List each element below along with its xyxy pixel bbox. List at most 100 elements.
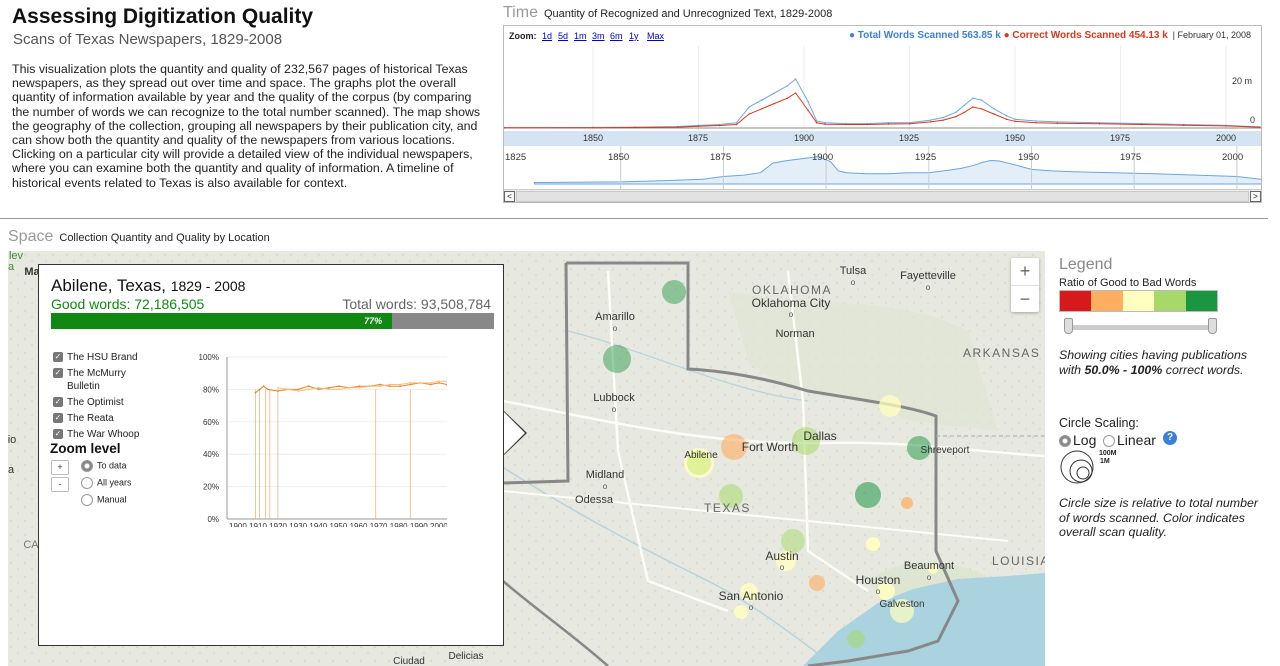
popup-pointer-fill bbox=[503, 411, 525, 455]
y-tick-label: 80% bbox=[203, 385, 219, 394]
checkbox-icon[interactable]: ✓ bbox=[53, 397, 63, 407]
time-section-header: Time Quantity of Recognized and Unrecogni… bbox=[503, 4, 832, 22]
data-point bbox=[824, 123, 826, 125]
radio-selected-icon[interactable] bbox=[81, 460, 93, 472]
publication-item[interactable]: ✓ The War Whoop bbox=[53, 428, 153, 441]
radio-icon[interactable] bbox=[81, 494, 93, 506]
zoom-max-link[interactable]: Max bbox=[647, 31, 664, 41]
timeline-scrollbar[interactable]: < > bbox=[504, 189, 1261, 202]
data-point bbox=[845, 123, 847, 126]
scaling-option-linear[interactable]: Linear bbox=[1103, 432, 1156, 448]
publication-item[interactable]: ✓ The Reata bbox=[53, 412, 153, 425]
zoom-option-all-years[interactable]: All years bbox=[81, 477, 132, 489]
data-point bbox=[942, 119, 945, 121]
city-label-houston: Houston o bbox=[855, 573, 901, 596]
data-point bbox=[378, 385, 381, 388]
city-label-san-antonio: San Antonio o bbox=[718, 589, 784, 612]
quality-bar-fill bbox=[51, 313, 393, 329]
checkbox-icon[interactable]: ✓ bbox=[53, 413, 63, 423]
radio-icon[interactable] bbox=[1103, 435, 1115, 448]
data-point bbox=[761, 99, 763, 101]
x-tick-label: 1850 bbox=[582, 133, 604, 143]
data-point bbox=[1014, 118, 1016, 121]
y-tick-label: 0% bbox=[207, 515, 219, 524]
zoom-5d-link[interactable]: 5d bbox=[558, 31, 568, 41]
intro-paragraph: This visualization plots the quantity an… bbox=[12, 62, 481, 190]
help-icon[interactable]: ? bbox=[1163, 431, 1177, 445]
scroll-left-button[interactable]: < bbox=[504, 191, 515, 202]
city-label-norman: Norman bbox=[775, 328, 815, 340]
data-point bbox=[866, 123, 869, 126]
zoom-1d-link[interactable]: 1d bbox=[542, 31, 552, 41]
timeline-toolbar: Zoom: 1d 5d 1m 3m 6m 1y Max ● Total Word… bbox=[504, 26, 1261, 46]
quality-range-slider[interactable] bbox=[1068, 325, 1213, 330]
map-edge-label: a bbox=[8, 464, 15, 476]
zoom-1m-link[interactable]: 1m bbox=[574, 31, 587, 41]
overview-tick-label: 1900 bbox=[812, 152, 834, 163]
map-zoom-in-button[interactable]: + bbox=[1011, 258, 1039, 285]
zoom-option-to-data[interactable]: To data bbox=[81, 460, 127, 472]
zoom-out-button[interactable]: - bbox=[51, 477, 69, 492]
publication-quality-chart[interactable]: 100%80%60%40%20%0%1900 1910 1920 1930 1940 19… bbox=[147, 347, 447, 527]
overview-tick-label: 1950 bbox=[1018, 152, 1040, 163]
data-point bbox=[735, 121, 738, 124]
popup-total-words: Total words: 93,508,784 bbox=[342, 296, 491, 312]
map-zoom-control[interactable]: + − bbox=[1011, 258, 1039, 312]
x-tick-label: 2000 bbox=[1215, 133, 1237, 143]
zoom-6m-link[interactable]: 6m bbox=[610, 31, 623, 41]
data-point bbox=[735, 123, 738, 126]
data-point bbox=[929, 121, 932, 123]
circle-size-note: Circle size is relative to total number … bbox=[1059, 496, 1259, 539]
zoom-3m-link[interactable]: 3m bbox=[592, 31, 605, 41]
data-point bbox=[993, 113, 995, 115]
checkbox-icon[interactable]: ✓ bbox=[53, 429, 63, 439]
city-label-amarillo: Amarillo o bbox=[595, 311, 635, 334]
slider-handle-max[interactable] bbox=[1208, 318, 1217, 334]
data-point bbox=[327, 386, 330, 389]
publication-item[interactable]: ✓ The McMurry Bulletin bbox=[53, 367, 153, 393]
data-point bbox=[389, 383, 391, 386]
city-detail-popup[interactable]: Abilene, Texas, 1829 - 2008 Good words: … bbox=[38, 264, 504, 646]
series-line-total bbox=[504, 78, 1260, 129]
map-zoom-out-button[interactable]: − bbox=[1011, 285, 1039, 312]
data-point bbox=[1225, 125, 1227, 127]
data-point bbox=[1005, 114, 1008, 117]
data-point bbox=[786, 85, 788, 87]
region-label-texas: TEXAS bbox=[704, 501, 751, 515]
zoom-label: Zoom: bbox=[509, 31, 537, 41]
main-timeline-plot[interactable] bbox=[504, 46, 1261, 131]
x-tick-label: 1950 bbox=[330, 522, 348, 527]
zoom-1y-link[interactable]: 1y bbox=[629, 31, 639, 41]
zoom-in-button[interactable]: + bbox=[51, 460, 69, 475]
data-point bbox=[963, 104, 966, 107]
timeline-chart[interactable]: Zoom: 1d 5d 1m 3m 6m 1y Max ● Total Word… bbox=[503, 25, 1262, 203]
radio-icon[interactable] bbox=[81, 477, 93, 489]
map-edge-label: io bbox=[8, 434, 17, 446]
city-label-oklahoma-city: Oklahoma City o bbox=[751, 296, 831, 319]
city-label-dallas: Dallas bbox=[803, 429, 837, 443]
checkbox-icon[interactable]: ✓ bbox=[53, 352, 63, 362]
data-point bbox=[297, 390, 300, 392]
checkbox-icon[interactable]: ✓ bbox=[53, 368, 63, 378]
data-point bbox=[258, 388, 261, 391]
radio-selected-icon[interactable] bbox=[1059, 435, 1071, 448]
zoom-option-manual[interactable]: Manual bbox=[81, 494, 127, 506]
x-tick-label: 1900 bbox=[229, 522, 247, 527]
data-point bbox=[307, 385, 310, 388]
overview-tick-label: 1925 bbox=[915, 152, 937, 163]
scroll-right-button[interactable]: > bbox=[1250, 191, 1261, 202]
x-tick-label: 1970 bbox=[370, 522, 388, 527]
publication-item[interactable]: ✓ The HSU Brand bbox=[53, 351, 153, 364]
data-point bbox=[980, 99, 983, 101]
data-point bbox=[748, 106, 750, 108]
slider-handle-min[interactable] bbox=[1064, 318, 1073, 334]
city-label-galveston: Galveston bbox=[879, 599, 925, 610]
map-edge-label: a bbox=[8, 261, 15, 273]
scroll-thumb[interactable] bbox=[516, 191, 1249, 202]
data-point bbox=[429, 382, 432, 384]
x-tick-label: 2000 bbox=[430, 522, 447, 527]
data-point bbox=[1035, 121, 1037, 124]
y-tick-label: 60% bbox=[203, 418, 219, 427]
scaling-option-log[interactable]: Log bbox=[1059, 432, 1096, 448]
publication-item[interactable]: ✓ The Optimist bbox=[53, 396, 153, 409]
